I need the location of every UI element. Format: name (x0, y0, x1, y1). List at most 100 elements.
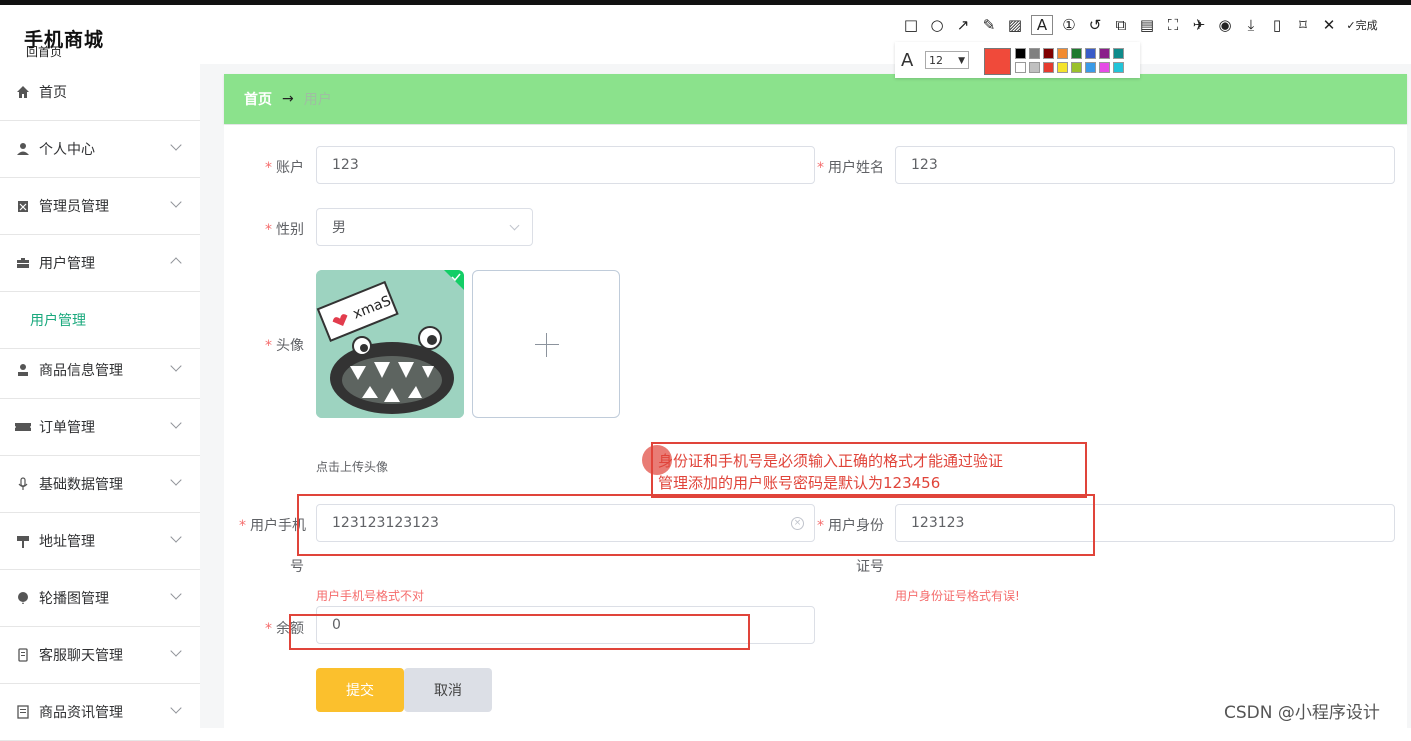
text-tool-icon[interactable]: A (1031, 15, 1053, 35)
color-swatch-green[interactable] (1071, 48, 1082, 59)
ocr-icon[interactable]: ▤ (1134, 16, 1160, 34)
color-swatch-silver[interactable] (1029, 62, 1040, 73)
required-mark: * (265, 338, 272, 354)
color-swatch-blue[interactable] (1085, 48, 1096, 59)
cancel-button[interactable]: 取消 (404, 668, 492, 712)
color-swatch-cyan[interactable] (1113, 62, 1124, 73)
gender-selected-value: 男 (332, 220, 346, 236)
sidebar-item-label: 客服聊天管理 (39, 648, 123, 664)
font-size-select[interactable]: 12 ▼ (925, 51, 969, 69)
undo-icon[interactable]: ↺ (1082, 16, 1108, 34)
finish-label: 完成 (1355, 19, 1378, 32)
submit-button[interactable]: 提交 (316, 668, 404, 712)
phone-label-line2: 号 (290, 559, 304, 575)
annotation-line-2: 管理添加的用户账号密码是默认为123456 (658, 474, 941, 492)
avatar-label-text: 头像 (276, 338, 304, 354)
mobile-icon (15, 647, 31, 663)
user-icon (15, 141, 31, 157)
sidebar-item-news[interactable]: 商品资讯管理 (0, 684, 200, 741)
record-icon[interactable]: ◉ (1212, 16, 1238, 34)
current-color-swatch[interactable] (984, 48, 1011, 75)
sidebar-item-carousel[interactable]: 轮播图管理 (0, 570, 200, 627)
finish-button[interactable]: ✓完成 (1342, 17, 1382, 33)
required-mark: * (817, 160, 824, 176)
avatar-upload-button[interactable] (472, 270, 620, 418)
avatar-label: * 头像 (236, 335, 304, 355)
gender-select[interactable]: 男 (316, 208, 533, 246)
monster-avatar-image: xmaS (316, 270, 464, 418)
name-input[interactable]: 123 (895, 146, 1395, 184)
color-swatch-black[interactable] (1015, 48, 1026, 59)
pen-tool-icon[interactable]: ✎ (976, 16, 1002, 34)
phone-error: 用户手机号格式不对 (316, 589, 425, 603)
chevron-down-icon (170, 588, 182, 600)
chevron-down-icon (170, 474, 182, 486)
sidebar-subitem-user-management[interactable]: 用户管理 (0, 292, 200, 349)
pin-icon[interactable]: ✈ (1186, 16, 1212, 34)
sidebar-item-label: 订单管理 (39, 420, 95, 436)
avatar-thumbnail[interactable]: xmaS (316, 270, 464, 418)
required-mark: * (265, 222, 272, 238)
color-swatch-maroon[interactable] (1043, 48, 1054, 59)
chevron-down-icon (170, 645, 182, 657)
sidebar-item-personal[interactable]: 个人中心 (0, 121, 200, 178)
home-link[interactable]: 回首页 (26, 43, 62, 60)
breadcrumb-arrow-icon: → (282, 91, 294, 107)
sidebar-item-admin[interactable]: 管理员管理 (0, 178, 200, 235)
rectangle-tool-icon[interactable]: □ (898, 16, 924, 34)
download-icon[interactable]: ⤓ (1238, 16, 1264, 34)
sidebar-item-label: 首页 (39, 85, 67, 101)
color-swatch-yellow[interactable] (1057, 62, 1068, 73)
sidebar-item-label: 个人中心 (39, 142, 95, 158)
required-mark: * (239, 518, 246, 534)
color-swatch-orange[interactable] (1057, 48, 1068, 59)
sidebar-item-products[interactable]: 商品信息管理 (0, 342, 200, 399)
microphone-icon (15, 476, 31, 492)
sidebar-item-orders[interactable]: 订单管理 (0, 399, 200, 456)
color-swatch-gray[interactable] (1029, 48, 1040, 59)
breadcrumb: 首页 → 用户 (224, 74, 1407, 124)
bookmark-icon[interactable]: ⌑ (1290, 16, 1316, 34)
color-swatch-teal[interactable] (1113, 48, 1124, 59)
idcard-label-line2: 证号 (856, 559, 884, 575)
color-swatch-white[interactable] (1015, 62, 1026, 73)
mosaic-tool-icon[interactable]: ▨ (1002, 16, 1028, 34)
balloon-icon (15, 590, 31, 606)
gender-label: * 性别 (236, 219, 304, 239)
number-tool-icon[interactable]: ① (1056, 16, 1082, 34)
font-size-value: 12 (929, 54, 943, 67)
sidebar-item-basic-data[interactable]: 基础数据管理 (0, 456, 200, 513)
annotation-box-phone-idcard (297, 494, 1095, 556)
sidebar-item-users[interactable]: 用户管理 (0, 235, 200, 292)
sidebar-item-home[interactable]: 首页 (0, 64, 200, 121)
ellipse-tool-icon[interactable]: ○ (924, 16, 950, 34)
color-swatch-purple[interactable] (1099, 48, 1110, 59)
home-icon (15, 84, 31, 100)
annotation-box-balance (289, 614, 750, 650)
sidebar-item-chat[interactable]: 客服聊天管理 (0, 627, 200, 684)
account-input[interactable]: 123 (316, 146, 815, 184)
crop-icon[interactable]: ⧉ (1108, 16, 1134, 34)
close-icon[interactable]: ✕ (1316, 16, 1342, 34)
fullscreen-icon[interactable]: ⛶ (1160, 16, 1186, 34)
color-swatch-red[interactable] (1043, 62, 1054, 73)
breadcrumb-current: 用户 (303, 92, 332, 108)
font-icon: A (901, 50, 914, 71)
name-label-text: 用户姓名 (828, 160, 884, 176)
chevron-down-icon (170, 417, 182, 429)
sidebar-item-label: 地址管理 (39, 534, 95, 550)
chevron-down-icon (509, 220, 520, 231)
name-label: * 用户姓名 (808, 157, 884, 177)
chevron-down-icon (170, 702, 182, 714)
color-swatch-sky[interactable] (1085, 62, 1096, 73)
arrow-tool-icon[interactable]: ↗ (950, 16, 976, 34)
screenshot-toolbar: □ ○ ↗ ✎ ▨ A ① ↺ ⧉ ▤ ⛶ ✈ ◉ ⤓ ▯ ⌑ ✕ ✓完成 (898, 10, 1411, 40)
clipboard-icon (15, 198, 31, 214)
chevron-down-icon (170, 360, 182, 372)
required-mark: * (265, 621, 272, 637)
color-swatch-lime[interactable] (1071, 62, 1082, 73)
breadcrumb-home[interactable]: 首页 (244, 89, 272, 109)
phone-save-icon[interactable]: ▯ (1264, 16, 1290, 34)
sidebar-item-address[interactable]: 地址管理 (0, 513, 200, 570)
color-swatch-magenta[interactable] (1099, 62, 1110, 73)
